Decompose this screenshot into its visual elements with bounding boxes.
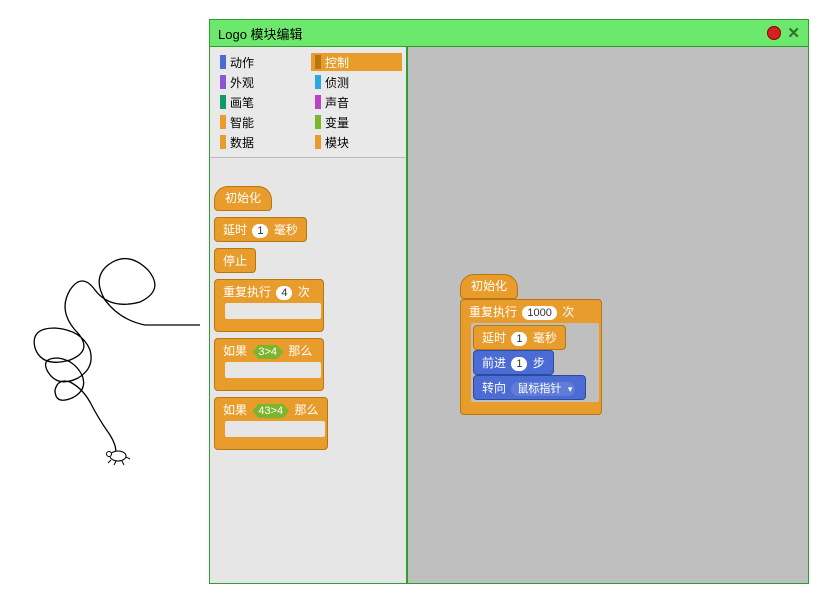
c-slot[interactable] [225, 421, 325, 437]
block-list: 初始化 延时 1 毫秒 停止 重复执行 4 次 [210, 158, 406, 583]
swatch [220, 75, 226, 89]
repeat-value[interactable]: 4 [276, 286, 292, 300]
repeat-value[interactable]: 1000 [522, 306, 556, 320]
category-data[interactable]: 数据 [216, 133, 307, 151]
script-forward[interactable]: 前进 1 步 [473, 350, 554, 375]
block-delay[interactable]: 延时 1 毫秒 [214, 217, 307, 242]
editor-window: Logo 模块编辑 ✕ 动作 控制 外观 侦测 画笔 声音 智能 变量 数据 模… [209, 19, 809, 584]
cond-slot[interactable]: 3>4 [252, 345, 283, 359]
category-smart[interactable]: 智能 [216, 113, 307, 131]
category-looks[interactable]: 外观 [216, 73, 307, 91]
swatch [315, 95, 321, 109]
cond-slot[interactable]: 43>4 [252, 404, 289, 418]
category-variable[interactable]: 变量 [311, 113, 402, 131]
swatch [315, 75, 321, 89]
titlebar[interactable]: Logo 模块编辑 ✕ [210, 20, 808, 47]
x-button[interactable]: ✕ [787, 24, 800, 42]
c-slot[interactable] [225, 362, 321, 378]
script-area[interactable]: 初始化 重复执行 1000 次 延时 1 毫秒 前进 [408, 47, 808, 583]
category-motion[interactable]: 动作 [216, 53, 307, 71]
swatch [220, 115, 226, 129]
block-init[interactable]: 初始化 [214, 186, 272, 211]
window-title: Logo 模块编辑 [218, 24, 303, 43]
swatch [315, 135, 321, 149]
swatch [315, 115, 321, 129]
left-panel: 动作 控制 外观 侦测 画笔 声音 智能 变量 数据 模块 初始化 延时 1 毫… [210, 47, 408, 583]
delay-value[interactable]: 1 [252, 224, 268, 238]
swatch [220, 135, 226, 149]
swatch [315, 55, 321, 69]
block-repeat[interactable]: 重复执行 4 次 [214, 279, 324, 332]
script-stack[interactable]: 初始化 重复执行 1000 次 延时 1 毫秒 前进 [460, 274, 602, 415]
script-turn[interactable]: 转向 鼠标指针 [473, 375, 586, 400]
script-hat-init[interactable]: 初始化 [460, 274, 518, 299]
script-repeat[interactable]: 重复执行 1000 次 延时 1 毫秒 前进 1 步 [460, 299, 602, 415]
forward-value[interactable]: 1 [511, 357, 527, 371]
script-delay[interactable]: 延时 1 毫秒 [473, 325, 566, 350]
block-if-2[interactable]: 如果 43>4 那么 [214, 397, 328, 450]
swatch [220, 55, 226, 69]
block-stop[interactable]: 停止 [214, 248, 256, 273]
swatch [220, 95, 226, 109]
category-sensing[interactable]: 侦测 [311, 73, 402, 91]
category-palette: 动作 控制 外观 侦测 画笔 声音 智能 变量 数据 模块 [210, 47, 406, 158]
turtle-canvas [0, 250, 210, 470]
block-if-1[interactable]: 如果 3>4 那么 [214, 338, 324, 391]
delay-value[interactable]: 1 [511, 332, 527, 346]
category-control[interactable]: 控制 [311, 53, 402, 71]
category-module[interactable]: 模块 [311, 133, 402, 151]
turn-target-dropdown[interactable]: 鼠标指针 [511, 382, 575, 396]
c-slot[interactable]: 延时 1 毫秒 前进 1 步 转向 鼠标指针 [471, 323, 599, 402]
c-slot[interactable] [225, 303, 321, 319]
category-sound[interactable]: 声音 [311, 93, 402, 111]
close-button[interactable] [767, 26, 781, 40]
category-pen[interactable]: 画笔 [216, 93, 307, 111]
